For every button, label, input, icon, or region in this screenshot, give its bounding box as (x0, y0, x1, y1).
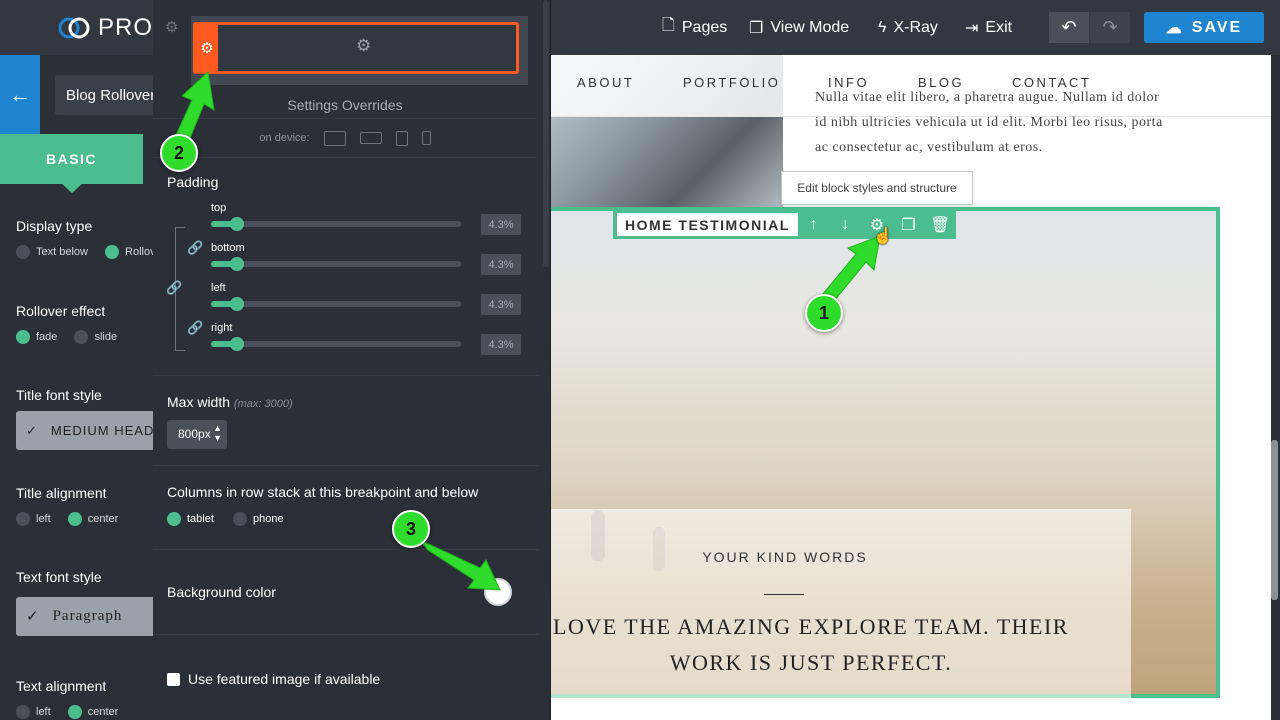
annotation-badge-2: 2 (160, 134, 198, 172)
annotation-arrows (171, 70, 881, 591)
cursor-hand-icon: ☝ (873, 228, 893, 245)
annotation-badge-3: 3 (392, 510, 430, 548)
arrow-3 (419, 539, 501, 591)
annotation-badge-1: 1 (805, 294, 843, 332)
